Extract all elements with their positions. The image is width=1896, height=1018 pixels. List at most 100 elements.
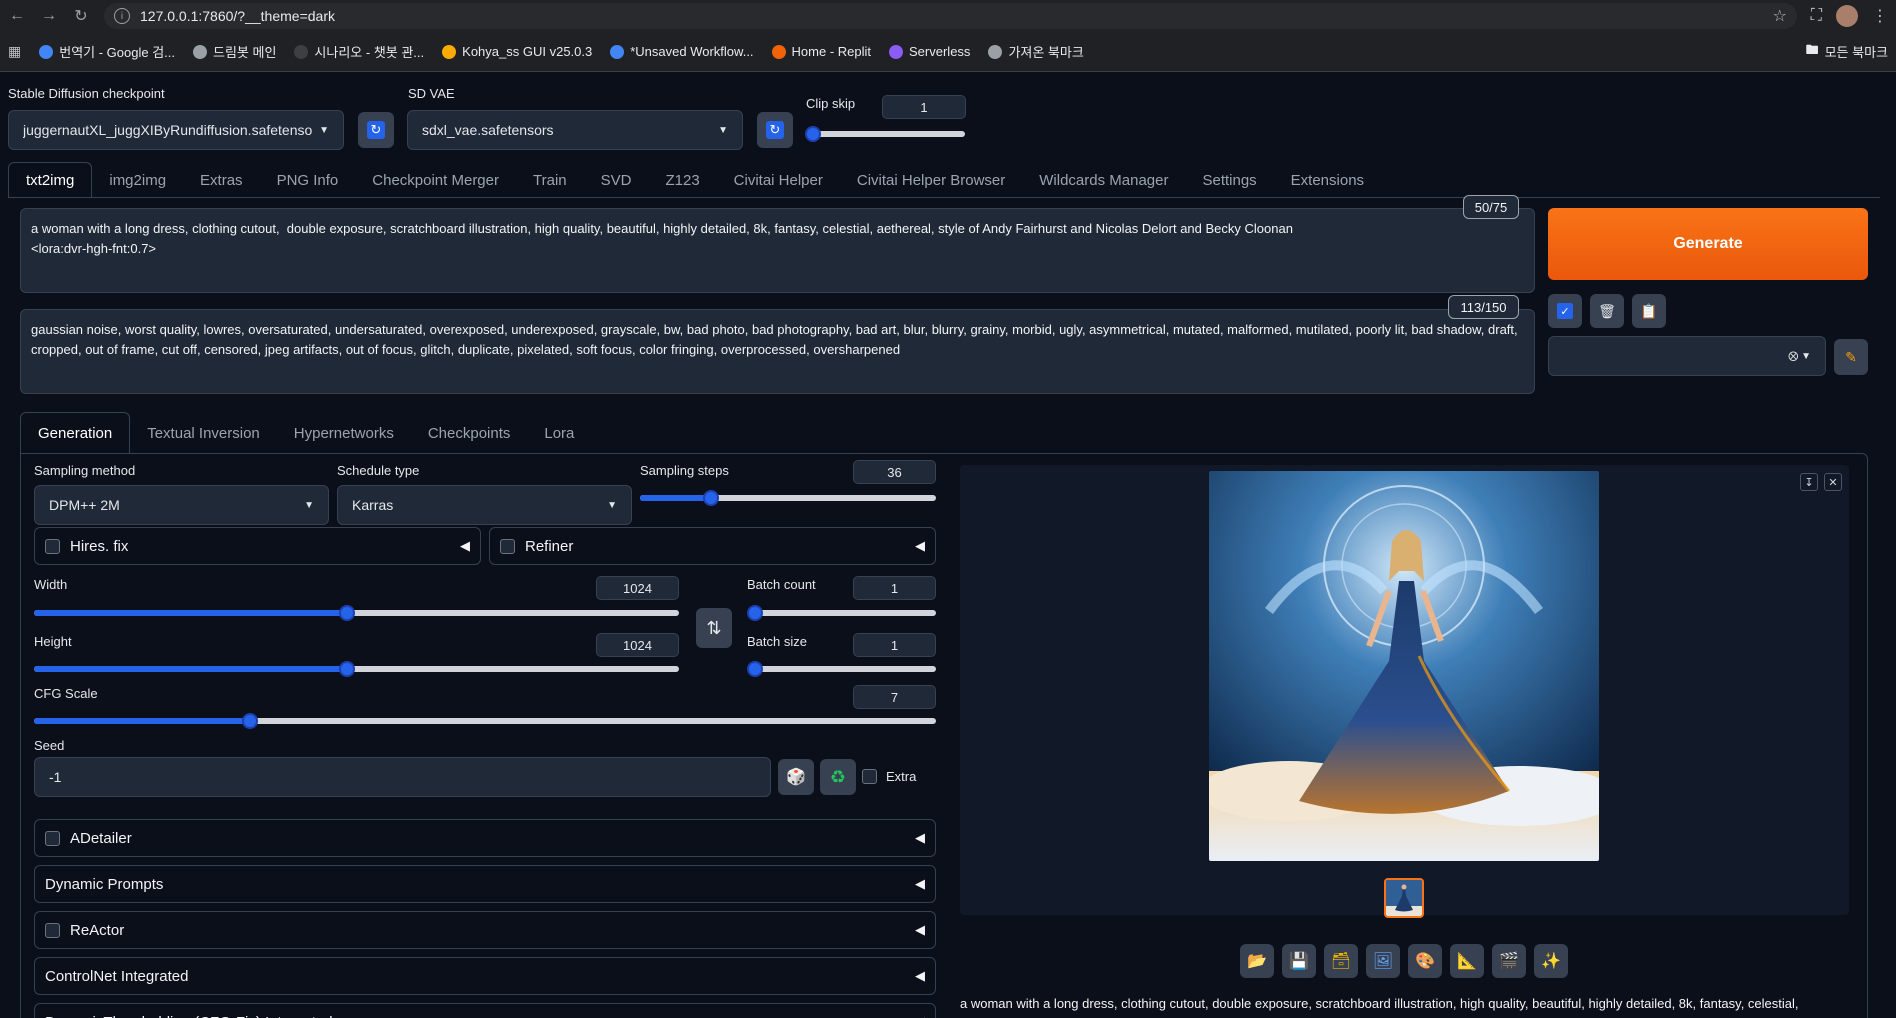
sparkle-button[interactable]: ✨ (1534, 944, 1568, 978)
slider-handle[interactable] (703, 490, 720, 506)
width-input[interactable]: 1024 (596, 576, 679, 600)
clear-prompt-button[interactable]: 🗑 (1590, 294, 1624, 328)
accordion-reactor[interactable]: ReActor ◀ (34, 911, 936, 949)
tab-z123[interactable]: Z123 (648, 162, 716, 198)
reload-icon[interactable]: ↻ (72, 6, 90, 26)
bookmark-item[interactable]: 시나리오 - 챗봇 관... (294, 42, 424, 61)
open-folder-button[interactable]: 📂 (1240, 944, 1274, 978)
batch-count-input[interactable]: 1 (853, 576, 936, 600)
apps-grid-icon[interactable]: ▦ (8, 43, 21, 60)
tab-txt2img[interactable]: txt2img (8, 162, 93, 198)
back-icon[interactable]: ← (8, 7, 26, 25)
accordion-dynamic-prompts[interactable]: Dynamic Prompts ◀ (34, 865, 936, 903)
edit-styles-button[interactable]: ✎ (1834, 339, 1868, 375)
refresh-checkpoint-button[interactable]: ↻ (358, 112, 394, 148)
slider-handle[interactable] (805, 126, 821, 142)
positive-prompt-input[interactable]: a woman with a long dress, clothing cuto… (20, 208, 1535, 293)
tab-extensions[interactable]: Extensions (1274, 162, 1381, 198)
tab-train[interactable]: Train (516, 162, 584, 198)
accordion-controlnet-integrated[interactable]: ControlNet Integrated ◀ (34, 957, 936, 995)
sampling-steps-input[interactable]: 36 (853, 460, 936, 484)
menu-icon[interactable]: ⋮ (1872, 6, 1888, 26)
styles-dropdown[interactable]: ⨂ ▼ (1548, 336, 1826, 376)
refiner-checkbox[interactable] (500, 538, 515, 554)
tab-wildcards-manager[interactable]: Wildcards Manager (1022, 162, 1185, 198)
translate-icon[interactable]: ⛶ (1811, 7, 1822, 25)
clip-skip-input[interactable]: 1 (882, 95, 966, 119)
swap-dimensions-button[interactable]: ⇅ (696, 608, 732, 648)
paste-button[interactable]: 📋 (1632, 294, 1666, 328)
slider-handle[interactable] (747, 661, 763, 677)
schedule-type-dropdown[interactable]: Karras ▼ (337, 485, 632, 525)
subtab-hypernetworks[interactable]: Hypernetworks (277, 412, 411, 454)
negative-prompt-input[interactable]: gaussian noise, worst quality, lowres, o… (20, 309, 1535, 394)
tab-civitai-helper[interactable]: Civitai Helper (717, 162, 840, 198)
star-icon[interactable]: ☆ (1772, 6, 1786, 26)
clear-chevron-icon[interactable]: ⨂ ▼ (1788, 351, 1811, 362)
bookmark-item[interactable]: 가져온 북마크 (988, 42, 1084, 61)
all-bookmarks[interactable]: 🖿 모든 북마크 (1806, 41, 1888, 63)
save-button[interactable]: 💾 (1282, 944, 1316, 978)
sampling-method-dropdown[interactable]: DPM++ 2M ▼ (34, 485, 329, 525)
generate-button[interactable]: Generate (1548, 208, 1868, 280)
seed-input[interactable]: -1 (34, 757, 771, 797)
address-bar[interactable]: i 127.0.0.1:7860/?__theme=dark ☆ (104, 3, 1797, 29)
tab-img2img[interactable]: img2img (92, 162, 183, 198)
accordion-enable-checkbox[interactable] (45, 830, 60, 846)
slider-handle[interactable] (338, 605, 355, 621)
zip-button[interactable]: 🗃 (1324, 944, 1358, 978)
random-seed-button[interactable]: 🎲 (778, 759, 814, 795)
tab-png-info[interactable]: PNG Info (260, 162, 356, 198)
slider-handle[interactable] (338, 661, 355, 677)
download-icon[interactable]: ↧ (1800, 473, 1818, 491)
sampling-steps-slider[interactable] (640, 490, 936, 506)
refiner-accordion[interactable]: Refiner ◀ (489, 527, 936, 565)
subtab-lora[interactable]: Lora (527, 412, 591, 454)
reuse-seed-button[interactable]: ♻ (820, 759, 856, 795)
subtab-generation[interactable]: Generation (20, 412, 131, 454)
generated-image[interactable] (1209, 471, 1599, 861)
bookmark-item[interactable]: *Unsaved Workflow... (610, 44, 754, 59)
extra-seed-checkbox[interactable] (862, 769, 877, 784)
bookmark-item[interactable]: 번역기 - Google 검... (39, 42, 175, 61)
cfg-scale-slider[interactable] (34, 713, 936, 729)
width-slider[interactable] (34, 605, 679, 621)
video-button[interactable]: 🎬 (1492, 944, 1526, 978)
bookmark-item[interactable]: 드림봇 메인 (193, 42, 276, 61)
subtab-checkpoints[interactable]: Checkpoints (411, 412, 528, 454)
close-icon[interactable]: ✕ (1824, 473, 1842, 491)
cfg-scale-input[interactable]: 7 (853, 685, 936, 709)
site-info-icon[interactable]: i (114, 8, 130, 24)
send-to-extras-button[interactable]: 📐 (1450, 944, 1484, 978)
slider-handle[interactable] (747, 605, 763, 621)
bookmark-item[interactable]: Serverless (889, 44, 970, 59)
subtab-textual-inversion[interactable]: Textual Inversion (130, 412, 277, 454)
accordion-enable-checkbox[interactable] (45, 922, 60, 938)
batch-size-slider[interactable] (747, 661, 936, 677)
batch-count-slider[interactable] (747, 605, 936, 621)
clip-skip-slider[interactable] (805, 126, 965, 142)
tab-extras[interactable]: Extras (183, 162, 260, 198)
height-slider[interactable] (34, 661, 679, 677)
tab-settings[interactable]: Settings (1185, 162, 1273, 198)
bookmark-item[interactable]: Home - Replit (771, 44, 871, 59)
tab-civitai-helper-browser[interactable]: Civitai Helper Browser (840, 162, 1022, 198)
send-to-img2img-button[interactable]: 🖼 (1366, 944, 1400, 978)
profile-avatar[interactable] (1836, 5, 1858, 27)
tab-svd[interactable]: SVD (584, 162, 649, 198)
batch-size-input[interactable]: 1 (853, 633, 936, 657)
bookmark-item[interactable]: Kohya_ss GUI v25.0.3 (442, 44, 592, 59)
checkpoint-dropdown[interactable]: juggernautXL_juggXIByRundiffusion.safete… (8, 110, 344, 150)
tab-checkpoint-merger[interactable]: Checkpoint Merger (355, 162, 516, 198)
accordion-adetailer[interactable]: ADetailer ◀ (34, 819, 936, 857)
vae-dropdown[interactable]: sdxl_vae.safetensors ▼ (407, 110, 743, 150)
checkbox-style-button[interactable]: ✓ (1548, 294, 1582, 328)
accordion-dynamicthresholding-cfg-fix-integrated[interactable]: DynamicThresholding (CFG-Fix) Integrated… (34, 1003, 936, 1018)
height-input[interactable]: 1024 (596, 633, 679, 657)
refresh-vae-button[interactable]: ↻ (757, 112, 793, 148)
hires-fix-checkbox[interactable] (45, 538, 60, 554)
gallery-thumbnail[interactable] (1384, 878, 1424, 918)
hires-fix-accordion[interactable]: Hires. fix ◀ (34, 527, 481, 565)
send-to-inpaint-button[interactable]: 🎨 (1408, 944, 1442, 978)
forward-icon[interactable]: → (40, 7, 58, 25)
